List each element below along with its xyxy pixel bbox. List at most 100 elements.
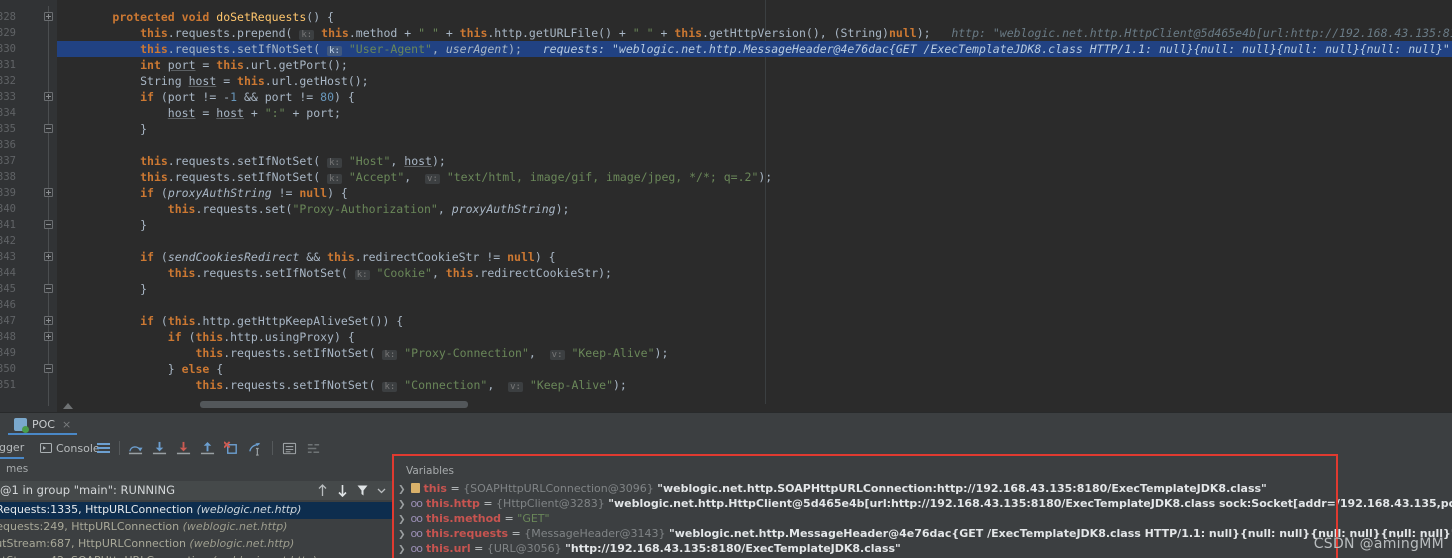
code-token: this (167, 266, 196, 280)
gutter-line-number: 1338 (0, 171, 16, 183)
code-line[interactable]: if (sendCookiesRedirect && this.redirect… (57, 249, 556, 265)
tab-debugger[interactable]: ugger (0, 437, 25, 459)
code-line[interactable]: this.requests.prepend( k: this.method + … (57, 25, 1452, 41)
frame-list-item[interactable]: teRequests:249, HttpURLConnection (weblo… (0, 519, 392, 536)
code-line[interactable]: int port = this.url.getPort(); (57, 57, 348, 73)
tab-console[interactable]: Console (40, 437, 100, 459)
fold-column[interactable] (42, 0, 56, 412)
code-line[interactable]: } (57, 217, 147, 233)
drop-frame-icon[interactable] (224, 441, 239, 456)
fold-marker[interactable] (44, 252, 53, 261)
code-line[interactable]: if (proxyAuthString != null) { (57, 185, 348, 201)
thread-tools[interactable] (317, 484, 386, 497)
force-step-into-icon[interactable] (176, 441, 191, 456)
chevron-right-icon[interactable]: ❯ (398, 485, 406, 495)
code-line[interactable]: } (57, 121, 147, 137)
fold-marker[interactable] (44, 188, 53, 197)
code-line[interactable]: if (this.http.usingProxy) { (57, 329, 355, 345)
fold-marker[interactable] (44, 12, 53, 21)
variable-name: this.method (426, 512, 502, 525)
code-line[interactable]: } (57, 281, 147, 297)
chevron-right-icon[interactable]: ❯ (398, 515, 406, 525)
code-line[interactable]: if (port != -1 && port != 80) { (57, 89, 355, 105)
show-execution-point-icon[interactable] (96, 441, 111, 456)
code-line[interactable]: this.requests.setIfNotSet( k: "Accept", … (57, 169, 772, 185)
close-icon[interactable]: × (62, 418, 71, 431)
code-token: ); (555, 202, 570, 216)
code-token: proxyAuthString (451, 202, 556, 216)
toolbar-separator-2 (272, 441, 273, 455)
code-line[interactable]: this.requests.set("Proxy-Authorization",… (57, 201, 570, 217)
fold-marker[interactable] (44, 332, 53, 341)
step-out-icon[interactable] (200, 441, 215, 456)
code-line-current[interactable]: this.requests.setIfNotSet( k: "User-Agen… (57, 41, 1452, 57)
variable-equals: = (470, 542, 487, 555)
code-text-area[interactable]: protected void doSetRequests() { this.re… (57, 0, 1452, 412)
object-value-icon (410, 483, 420, 493)
editor-horizontal-scrollbar[interactable] (114, 401, 1452, 408)
code-token: this (327, 250, 355, 264)
gutter-line-number: 1351 (0, 379, 16, 391)
filter-icon[interactable] (357, 484, 368, 497)
code-token: setIfNotSet (292, 378, 369, 392)
evaluate-expression-icon[interactable] (282, 441, 297, 456)
code-line[interactable]: host = host + ":" + port; (57, 105, 341, 121)
chevron-right-icon[interactable]: ❯ (398, 545, 406, 555)
fold-marker[interactable] (44, 284, 53, 293)
variable-row[interactable]: ❯ oo this.method = "GET" (398, 511, 550, 527)
code-token: ) { (534, 250, 556, 264)
variable-row[interactable]: ❯ oo this.requests = {MessageHeader@3143} … (398, 526, 1452, 542)
code-line[interactable]: String host = this.url.getHost(); (57, 73, 369, 89)
run-to-cursor-icon[interactable] (248, 441, 263, 456)
code-token: ( (160, 314, 168, 328)
code-line[interactable]: this.requests.setIfNotSet( k: "Proxy-Con… (57, 345, 668, 361)
code-line[interactable]: if (this.http.getHttpKeepAliveSet()) { (57, 313, 403, 329)
code-token: .url.getHost(); (264, 74, 369, 88)
code-line[interactable]: } else { (57, 361, 223, 377)
variables-pane[interactable]: Variables ❯ this = {SOAPHttpURLConnection… (392, 463, 1452, 558)
code-token: ( (313, 154, 328, 168)
variable-value: "weblogic.net.http.SOAPHttpURLConnection… (657, 482, 1267, 495)
frames-pane[interactable]: mes main"@1 in group "main": RUNNING (0, 463, 392, 558)
step-over-icon[interactable] (128, 441, 143, 456)
arrow-up-icon[interactable] (317, 484, 328, 497)
gutter-line-number: 1334 (0, 107, 16, 119)
code-token: "Keep-Alive" (571, 346, 655, 360)
fold-marker[interactable] (44, 124, 53, 133)
code-line[interactable]: this.requests.setIfNotSet( k: "Cookie", … (57, 265, 612, 281)
variable-row[interactable]: ❯ oo this.http = {HttpClient@3283} "weblog… (398, 496, 1452, 512)
code-editor[interactable]: 1328 1329 1330 1331 1332 1333 1334 1335 1336 1337… (0, 0, 1452, 412)
code-line[interactable]: this.requests.setIfNotSet( k: "Connectio… (57, 377, 627, 393)
code-token: "Connection" (404, 378, 488, 392)
code-line[interactable]: protected void doSetRequests() { (57, 9, 334, 25)
chevron-down-icon[interactable] (377, 484, 386, 497)
frame-list-item[interactable]: SetRequests:1335, HttpURLConnection (web… (0, 502, 392, 519)
fold-marker[interactable] (44, 316, 53, 325)
code-token: k: (382, 382, 398, 392)
thread-selector[interactable]: main"@1 in group "main": RUNNING (0, 481, 392, 500)
variable-row[interactable]: ❯ this = {SOAPHttpURLConnection@3096} "we… (398, 481, 1267, 497)
code-token: proxyAuthString (167, 186, 272, 200)
debugger-toolbar[interactable]: ugger Console (0, 437, 1452, 461)
frame-list-item[interactable]: InputStream:42, SOAPHttpURLConnection (w… (0, 553, 392, 558)
code-token: .redirectCookieStr); (473, 266, 612, 280)
variable-name: this.http (426, 497, 480, 510)
fold-marker[interactable] (44, 220, 53, 229)
arrow-down-icon[interactable] (337, 484, 348, 497)
run-tab-poc[interactable]: POC × (8, 415, 78, 435)
variable-type: {SOAPHttpURLConnection@3096} (463, 482, 658, 495)
frame-list-item[interactable]: InputStream:687, HttpURLConnection (webl… (0, 536, 392, 553)
fold-marker[interactable] (44, 92, 53, 101)
variable-value: "http://192.168.43.135:8180/ExecTemplate… (565, 542, 901, 555)
chevron-right-icon[interactable]: ❯ (398, 530, 406, 540)
code-token: .method + (348, 26, 419, 40)
fold-marker[interactable] (44, 364, 53, 373)
scrollbar-thumb[interactable] (200, 401, 468, 408)
step-into-icon[interactable] (152, 441, 167, 456)
settings-icon[interactable] (306, 441, 321, 456)
variable-row[interactable]: ❯ oo this.url = {URL@3056} "http://192.168… (398, 541, 901, 557)
chevron-right-icon[interactable]: ❯ (398, 500, 406, 510)
code-token: host (188, 74, 217, 88)
code-line[interactable]: this.requests.setIfNotSet( k: "Host", ho… (57, 153, 446, 169)
